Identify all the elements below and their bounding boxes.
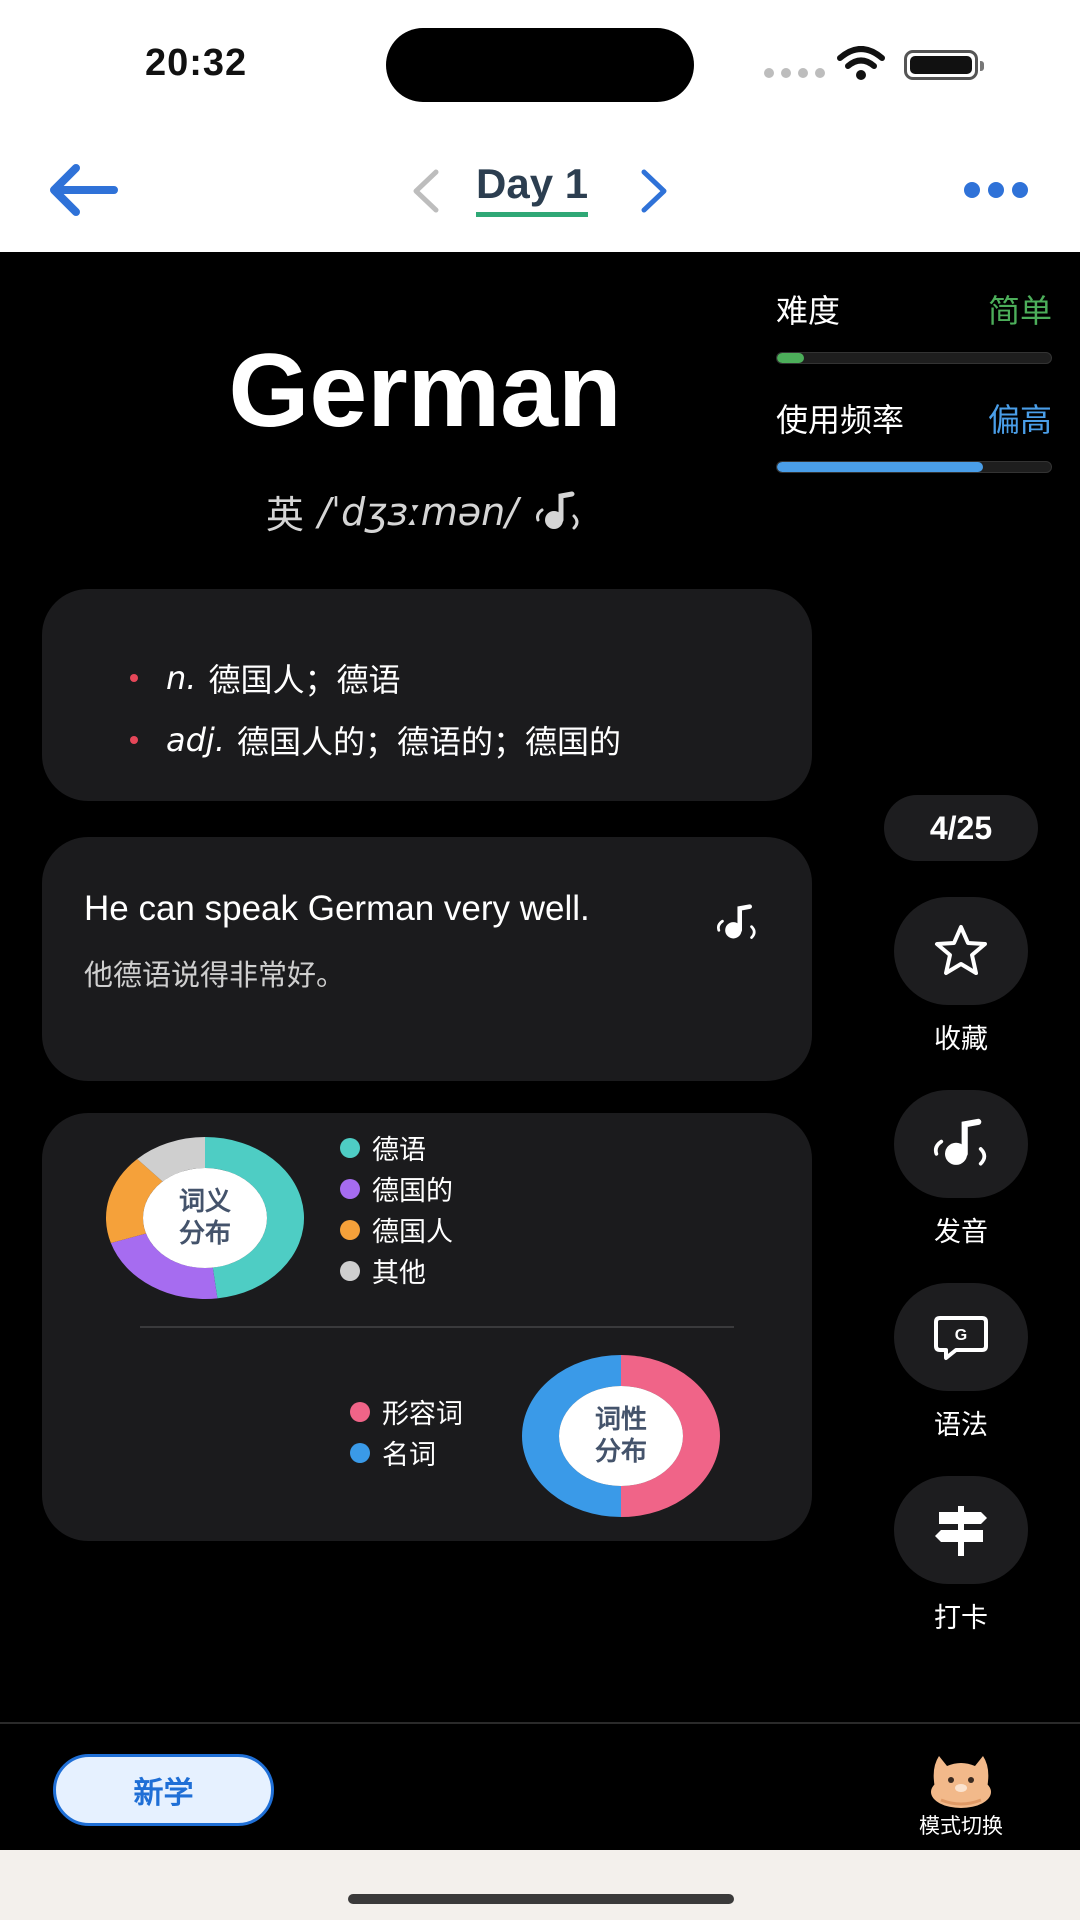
chevron-left-icon[interactable]: [408, 166, 444, 216]
difficulty-meter: 难度 简单: [776, 286, 1052, 364]
day-title[interactable]: Day 1: [476, 160, 589, 217]
legend-item: 其他: [340, 1250, 453, 1291]
new-learn-button[interactable]: 新学: [53, 1754, 274, 1826]
mode-switch-button[interactable]: 模式切换: [906, 1748, 1016, 1840]
legend-dot: [340, 1178, 360, 1199]
status-bar: 20:32: [0, 0, 1080, 130]
favorite-button[interactable]: 收藏: [894, 897, 1028, 1056]
pronounce-label: 发音: [934, 1217, 988, 1248]
favorite-label: 收藏: [934, 1024, 988, 1055]
nav-bar: Day 1: [0, 130, 1080, 252]
pos-chart-center: 词性 分布: [594, 1405, 647, 1467]
star-icon: [935, 925, 987, 975]
definition-meaning: 德国人的；德语的；德国的: [236, 723, 621, 761]
frequency-bar-fill: [777, 462, 983, 472]
frequency-label: 使用频率: [776, 401, 905, 439]
svg-text:G: G: [955, 1327, 967, 1344]
wifi-icon: [837, 46, 885, 80]
progress-counter: 4/25: [884, 795, 1038, 861]
home-indicator: [348, 1894, 734, 1904]
signal-icon: [764, 68, 825, 78]
legend-dot: [350, 1442, 370, 1463]
checkin-label: 打卡: [934, 1603, 988, 1634]
chevron-right-icon[interactable]: [636, 166, 672, 216]
legend-dot: [340, 1219, 360, 1240]
pos-legend: 形容词 名词: [350, 1391, 463, 1473]
legend-item: 名词: [350, 1432, 463, 1473]
distribution-card: 词义 分布 德语 德国的 德国人 其他 形容词 名词 词性 分布: [42, 1113, 812, 1541]
sense-donut-chart: 词义 分布: [106, 1137, 305, 1299]
definition-meaning: 德国人；德语: [208, 661, 401, 699]
example-translation: 他德语说得非常好。: [84, 958, 346, 992]
signpost-icon: [935, 1506, 987, 1556]
legend-item: 形容词: [350, 1391, 463, 1432]
dynamic-island: [386, 28, 694, 102]
phonetic-row: 英 /ˈdʒɜːmən/: [0, 484, 850, 539]
legend-dot: [340, 1260, 360, 1281]
pronounce-button[interactable]: 发音: [894, 1090, 1028, 1249]
part-of-speech: n.: [166, 659, 197, 697]
example-card: He can speak German very well. 他德语说得非常好。: [42, 837, 812, 1081]
word-card-area: German 英 /ˈdʒɜːmən/ 难度 简单 使用频率 偏高 n. 德国人…: [0, 252, 1080, 1850]
accent-label: 英: [265, 493, 304, 537]
grammar-button[interactable]: G 语法: [894, 1283, 1028, 1442]
status-time: 20:32: [145, 42, 248, 84]
sense-legend: 德语 德国的 德国人 其他: [340, 1127, 453, 1291]
chart-divider: [140, 1326, 734, 1328]
grammar-label: 语法: [934, 1410, 988, 1441]
legend-dot: [350, 1401, 370, 1422]
example-sentence: He can speak German very well.: [84, 889, 590, 928]
definition-item: adj. 德国人的；德语的；德国的: [130, 709, 812, 771]
audio-icon: [933, 1118, 987, 1166]
definition-card: n. 德国人；德语 adj. 德国人的；德语的；德国的: [42, 589, 812, 801]
difficulty-label: 难度: [776, 292, 841, 330]
pos-donut-chart: 词性 分布: [522, 1355, 720, 1517]
bullet-icon: [130, 736, 138, 744]
legend-item: 德国人: [340, 1209, 453, 1250]
definition-item: n. 德国人；德语: [130, 647, 812, 709]
legend-dot: [340, 1137, 360, 1158]
back-arrow-icon[interactable]: [44, 160, 120, 220]
part-of-speech: adj.: [166, 721, 225, 759]
difficulty-value: 简单: [987, 292, 1052, 330]
battery-icon: [904, 50, 984, 80]
example-speaker-icon[interactable]: [712, 903, 762, 943]
legend-item: 德国的: [340, 1168, 453, 1209]
grammar-icon: G: [934, 1316, 988, 1360]
frequency-meter: 使用频率 偏高: [776, 395, 1052, 473]
word-title: German: [228, 333, 622, 449]
difficulty-bar-fill: [777, 353, 805, 363]
bullet-icon: [130, 674, 138, 682]
frequency-value: 偏高: [987, 401, 1052, 439]
checkin-button[interactable]: 打卡: [894, 1476, 1028, 1635]
more-options-icon[interactable]: [964, 182, 1028, 198]
phonetic-text: /ˈdʒɜːmən/: [317, 489, 519, 534]
speaker-icon[interactable]: [532, 490, 584, 534]
bottom-bar: 新学 模式切换: [0, 1722, 1080, 1850]
sense-chart-center: 词义 分布: [178, 1187, 231, 1249]
legend-item: 德语: [340, 1127, 453, 1168]
cat-mascot-icon: [931, 1756, 991, 1808]
mode-switch-label: 模式切换: [919, 1814, 1003, 1838]
